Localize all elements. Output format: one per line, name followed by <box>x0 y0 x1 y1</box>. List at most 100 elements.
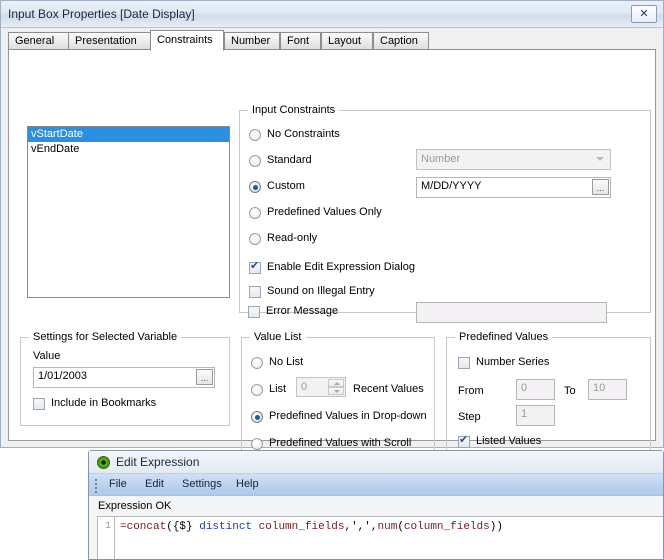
checkbox-number-series[interactable] <box>458 357 470 369</box>
token-function: =concat <box>120 521 167 533</box>
value-label: Value <box>33 350 61 362</box>
list-item[interactable]: vEndDate <box>28 142 229 157</box>
step-label: Step <box>458 411 481 423</box>
token-num-function: num <box>377 521 398 533</box>
token-keyword: distinct <box>199 521 253 533</box>
token-punct: ({$} <box>166 521 200 533</box>
checkbox-include-in-bookmarks-label: Include in Bookmarks <box>51 397 157 409</box>
checkbox-sound-on-illegal-entry[interactable] <box>249 286 261 298</box>
checkbox-enable-edit-expression-dialog-label: Enable Edit Expression Dialog <box>267 261 415 273</box>
tab-font[interactable]: Font <box>280 32 321 50</box>
expression-status: Expression OK <box>98 500 172 512</box>
variable-value-input[interactable]: 1/01/2003 <box>33 367 215 388</box>
checkbox-enable-edit-expression-dialog[interactable] <box>249 260 261 274</box>
edit-expression-titlebar: Edit Expression <box>89 451 663 474</box>
menu-item-file[interactable]: File <box>109 478 127 490</box>
variable-value-browse-button[interactable]: ... <box>196 369 213 385</box>
radio-read-only[interactable] <box>249 233 261 245</box>
from-value: 0 <box>521 382 528 394</box>
custom-format-browse-button[interactable]: ... <box>592 179 609 195</box>
token-close-paren: )) <box>489 521 503 533</box>
input-constraints-group: Input Constraints No Constraints Standar… <box>239 104 651 313</box>
list-item[interactable]: vStartDate <box>28 127 229 142</box>
recent-values-value: 0 <box>301 381 308 393</box>
settings-for-selected-variable-group: Settings for Selected Variable Value 1/0… <box>20 331 230 426</box>
tab-number[interactable]: Number <box>224 32 280 50</box>
expression-code-line[interactable]: =concat({$} distinct column_fields,',',n… <box>120 521 661 533</box>
menu-grip-icon[interactable] <box>95 479 98 493</box>
screen: Input Box Properties [Date Display] ✕ Ge… <box>0 0 664 560</box>
token-identifier: column_fields <box>258 521 345 533</box>
recent-values-label: Recent Values <box>353 383 424 395</box>
standard-format-combo[interactable]: Number <box>416 149 611 170</box>
to-label: To <box>564 385 576 397</box>
edit-expression-window: Edit Expression File Edit Settings Help … <box>88 450 664 560</box>
to-input[interactable]: 10 <box>588 379 627 400</box>
radio-predefined-values-in-drop-down-label: Predefined Values in Drop-down <box>269 410 427 422</box>
recent-values-spinner[interactable]: 0 <box>296 377 346 397</box>
radio-custom[interactable] <box>249 181 261 193</box>
standard-format-value: Number <box>421 153 461 165</box>
line-number-gutter: 1 <box>98 517 115 559</box>
tab-general[interactable]: General <box>8 32 69 50</box>
dialog-titlebar: Input Box Properties [Date Display] ✕ <box>1 1 663 28</box>
radio-predefined-values-with-scroll-label: Predefined Values with Scroll <box>269 437 412 449</box>
radio-no-constraints-label: No Constraints <box>267 128 340 140</box>
radio-predefined-values-only-label: Predefined Values Only <box>267 206 382 218</box>
radio-predefined-values-only[interactable] <box>249 207 261 219</box>
radio-predefined-values-with-scroll[interactable] <box>251 438 263 450</box>
tab-constraints[interactable]: Constraints <box>150 30 224 51</box>
radio-standard-label: Standard <box>267 154 312 166</box>
predefined-values-legend: Predefined Values <box>455 331 553 343</box>
spinner-up-icon[interactable] <box>328 379 344 387</box>
radio-list-label: List <box>269 383 287 395</box>
menu-item-edit[interactable]: Edit <box>145 478 164 490</box>
value-list-legend: Value List <box>250 331 306 343</box>
checkbox-error-message-label: Error Message <box>266 305 339 317</box>
edit-expression-title: Edit Expression <box>116 455 200 469</box>
step-input[interactable]: 1 <box>516 405 555 426</box>
radio-read-only-label: Read-only <box>267 232 318 244</box>
checkbox-number-series-label: Number Series <box>476 356 550 368</box>
input-box-properties-dialog: Input Box Properties [Date Display] ✕ Ge… <box>0 0 664 479</box>
checkbox-listed-values[interactable] <box>458 434 470 448</box>
radio-no-list-label: No List <box>269 356 304 368</box>
close-button[interactable]: ✕ <box>631 5 657 23</box>
to-value: 10 <box>593 382 606 394</box>
checkbox-include-in-bookmarks[interactable] <box>33 398 45 410</box>
variable-list[interactable]: vStartDate vEndDate <box>27 126 230 298</box>
spinner-buttons[interactable] <box>328 379 344 395</box>
chevron-down-icon <box>596 157 604 161</box>
token-open-paren: ( <box>397 521 404 533</box>
token-identifier-2: column_fields <box>403 521 490 533</box>
checkbox-sound-on-illegal-entry-label: Sound on Illegal Entry <box>267 285 375 297</box>
radio-predefined-values-in-drop-down[interactable] <box>251 411 263 423</box>
menu-item-help[interactable]: Help <box>236 478 259 490</box>
qlikview-icon <box>97 456 110 469</box>
radio-no-constraints[interactable] <box>249 129 261 141</box>
close-icon: ✕ <box>639 7 649 20</box>
token-separator: ,',', <box>344 521 378 533</box>
dialog-title: Input Box Properties [Date Display] <box>8 7 195 21</box>
constraints-panel: vStartDate vEndDate Input Constraints No… <box>8 49 656 479</box>
settings-legend: Settings for Selected Variable <box>29 331 182 343</box>
radio-list[interactable] <box>251 384 263 396</box>
from-input[interactable]: 0 <box>516 379 555 400</box>
variable-value: 1/01/2003 <box>38 370 87 382</box>
expression-editor[interactable]: 1 =concat({$} distinct column_fields,','… <box>97 516 663 559</box>
checkbox-error-message[interactable] <box>248 306 260 318</box>
custom-format-value: M/DD/YYYY <box>421 180 482 192</box>
custom-format-input[interactable]: M/DD/YYYY <box>416 177 611 198</box>
menu-item-settings[interactable]: Settings <box>182 478 222 490</box>
tab-layout[interactable]: Layout <box>321 32 373 50</box>
from-label: From <box>458 385 484 397</box>
edit-expression-menubar: File Edit Settings Help <box>89 474 663 496</box>
tab-caption[interactable]: Caption <box>373 32 429 50</box>
checkbox-listed-values-label: Listed Values <box>476 435 542 447</box>
error-message-input[interactable] <box>416 302 607 323</box>
radio-standard[interactable] <box>249 155 261 167</box>
spinner-down-icon[interactable] <box>328 387 344 395</box>
radio-no-list[interactable] <box>251 357 263 369</box>
tab-presentation[interactable]: Presentation <box>68 32 151 50</box>
